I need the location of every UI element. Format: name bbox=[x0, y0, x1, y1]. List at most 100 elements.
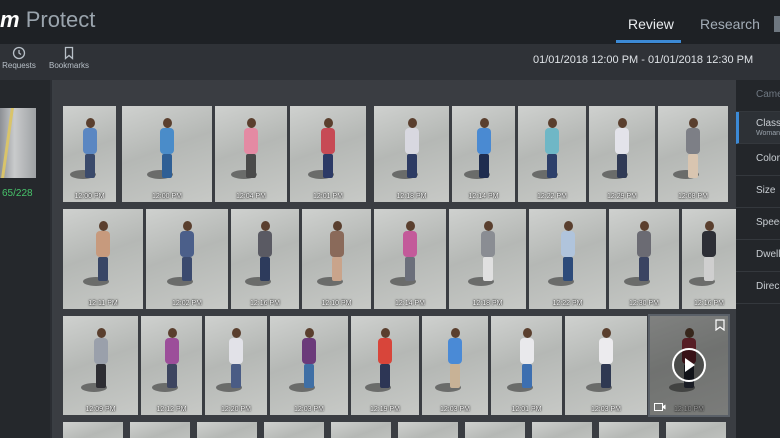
result-thumbnail[interactable]: 12:29 PM bbox=[589, 106, 655, 202]
person-torso bbox=[615, 128, 629, 154]
result-thumbnail[interactable] bbox=[130, 422, 190, 438]
filter-color[interactable]: Color bbox=[736, 144, 780, 176]
person-head bbox=[640, 221, 649, 231]
result-thumbnail[interactable]: 12:04 PM bbox=[215, 106, 287, 202]
person-torso bbox=[702, 231, 716, 257]
person-torso bbox=[378, 338, 392, 364]
person-head bbox=[99, 221, 108, 231]
result-thumbnail[interactable] bbox=[264, 422, 324, 438]
thumbnail-timestamp: 12:20 PM bbox=[221, 406, 251, 413]
thumbnail-timestamp: 12:30 PM bbox=[629, 300, 659, 307]
person-head bbox=[408, 118, 417, 128]
person-head bbox=[305, 328, 314, 338]
filter-direction[interactable]: Direc bbox=[736, 272, 780, 304]
filter-class[interactable]: Class Woman bbox=[736, 112, 780, 144]
result-thumbnail[interactable] bbox=[465, 422, 525, 438]
person-torso bbox=[94, 338, 108, 364]
result-thumbnail[interactable]: 12:02 PM bbox=[146, 209, 228, 309]
result-thumbnail[interactable] bbox=[666, 422, 726, 438]
person-legs bbox=[96, 364, 106, 388]
person-legs bbox=[231, 364, 241, 388]
result-thumbnail[interactable]: 12:19 PM bbox=[351, 316, 419, 415]
filter-speed[interactable]: Speed bbox=[736, 208, 780, 240]
bookmark-icon[interactable] bbox=[715, 319, 725, 331]
result-thumbnail[interactable] bbox=[63, 422, 123, 438]
result-thumbnail[interactable]: 12:03 PM bbox=[270, 316, 348, 415]
tab-overflow-indicator bbox=[774, 16, 780, 32]
person-legs bbox=[323, 154, 333, 178]
result-thumbnail[interactable] bbox=[532, 422, 592, 438]
person-legs bbox=[304, 364, 314, 388]
bookmarks-button[interactable]: Bookmarks bbox=[47, 46, 91, 70]
thumbnail-timestamp: 12:03 PM bbox=[294, 406, 324, 413]
thumbnail-timestamp: 12:14 PM bbox=[468, 193, 499, 200]
camera-thumbnail[interactable] bbox=[0, 108, 36, 178]
thumbnail-timestamp: 12:03 PM bbox=[591, 406, 621, 413]
result-thumbnail[interactable]: 12:01 PM bbox=[491, 316, 562, 415]
person-legs bbox=[483, 257, 493, 281]
person-torso bbox=[637, 231, 651, 257]
person-torso bbox=[477, 128, 491, 154]
result-thumbnail[interactable]: 12:10 PM bbox=[648, 314, 730, 417]
result-thumbnail[interactable]: 12:00 PM bbox=[122, 106, 212, 202]
tab-research[interactable]: Research bbox=[700, 16, 760, 32]
date-range[interactable]: 01/01/2018 12:00 PM - 01/01/2018 12:30 P… bbox=[533, 54, 753, 66]
result-thumbnail[interactable]: 12:22 PM bbox=[518, 106, 586, 202]
result-thumbnail[interactable]: 12:03 PM bbox=[422, 316, 488, 415]
thumbnail-timestamp: 12:00 PM bbox=[74, 193, 105, 200]
person-head bbox=[261, 221, 270, 231]
result-thumbnail[interactable]: 12:03 PM bbox=[565, 316, 647, 415]
result-thumbnail[interactable]: 12:14 PM bbox=[374, 209, 446, 309]
tab-review[interactable]: Review bbox=[628, 16, 674, 32]
thumbnail-timestamp: 12:00 PM bbox=[152, 193, 182, 200]
result-thumbnail[interactable]: 12:11 PM bbox=[63, 209, 143, 309]
filter-speed-label: Speed bbox=[756, 217, 780, 228]
person-legs bbox=[407, 154, 417, 178]
result-thumbnail[interactable]: 12:16 PM bbox=[231, 209, 299, 309]
result-thumbnail[interactable]: 12:08 PM bbox=[658, 106, 728, 202]
person-torso bbox=[321, 128, 335, 154]
filter-size[interactable]: Size bbox=[736, 176, 780, 208]
person-head bbox=[484, 221, 493, 231]
requests-button[interactable]: Requests bbox=[2, 46, 36, 70]
bookmark-icon bbox=[64, 46, 74, 60]
person-head bbox=[183, 221, 192, 231]
result-thumbnail[interactable]: 12:30 PM bbox=[609, 209, 679, 309]
result-thumbnail[interactable] bbox=[398, 422, 458, 438]
result-thumbnail[interactable]: 12:18 PM bbox=[374, 106, 449, 202]
result-thumbnail[interactable]: 12:20 PM bbox=[205, 316, 267, 415]
person-torso bbox=[481, 231, 495, 257]
result-thumbnail[interactable]: 12:22 PM bbox=[529, 209, 606, 309]
person-torso bbox=[160, 128, 174, 154]
requests-label: Requests bbox=[2, 61, 36, 70]
brand-name: Protect bbox=[25, 7, 96, 32]
filter-dwell[interactable]: Dwell bbox=[736, 240, 780, 272]
result-thumbnail[interactable]: 12:14 PM bbox=[452, 106, 515, 202]
thumbnail-timestamp: 12:19 PM bbox=[370, 406, 400, 413]
filter-camera[interactable]: Came bbox=[736, 80, 780, 112]
person-head bbox=[548, 118, 557, 128]
thumbnail-timestamp: 12:01 PM bbox=[313, 193, 343, 200]
result-thumbnail[interactable]: 12:01 PM bbox=[290, 106, 366, 202]
result-thumbnail[interactable] bbox=[197, 422, 257, 438]
result-thumbnail[interactable]: 12:16 PM bbox=[682, 209, 736, 309]
person-legs bbox=[688, 154, 698, 178]
person-torso bbox=[180, 231, 194, 257]
result-thumbnail[interactable] bbox=[599, 422, 659, 438]
result-thumbnail[interactable]: 12:09 PM bbox=[63, 316, 138, 415]
result-thumbnail[interactable]: 12:18 PM bbox=[449, 209, 526, 309]
brand-prefix: m bbox=[0, 7, 20, 32]
person-torso bbox=[599, 338, 613, 364]
result-thumbnail[interactable] bbox=[331, 422, 391, 438]
thumbnail-timestamp: 12:16 PM bbox=[250, 300, 280, 307]
thumbnail-timestamp: 12:08 PM bbox=[678, 193, 708, 200]
result-count: 65/228 bbox=[2, 188, 33, 199]
result-thumbnail[interactable]: 12:00 PM bbox=[63, 106, 116, 202]
person-head bbox=[689, 118, 698, 128]
person-torso bbox=[330, 231, 344, 257]
play-icon[interactable] bbox=[672, 348, 706, 382]
result-thumbnail[interactable]: 12:12 PM bbox=[141, 316, 202, 415]
thumbnail-timestamp: 12:18 PM bbox=[472, 300, 503, 307]
result-thumbnail[interactable]: 12:10 PM bbox=[302, 209, 371, 309]
person-legs bbox=[639, 257, 649, 281]
